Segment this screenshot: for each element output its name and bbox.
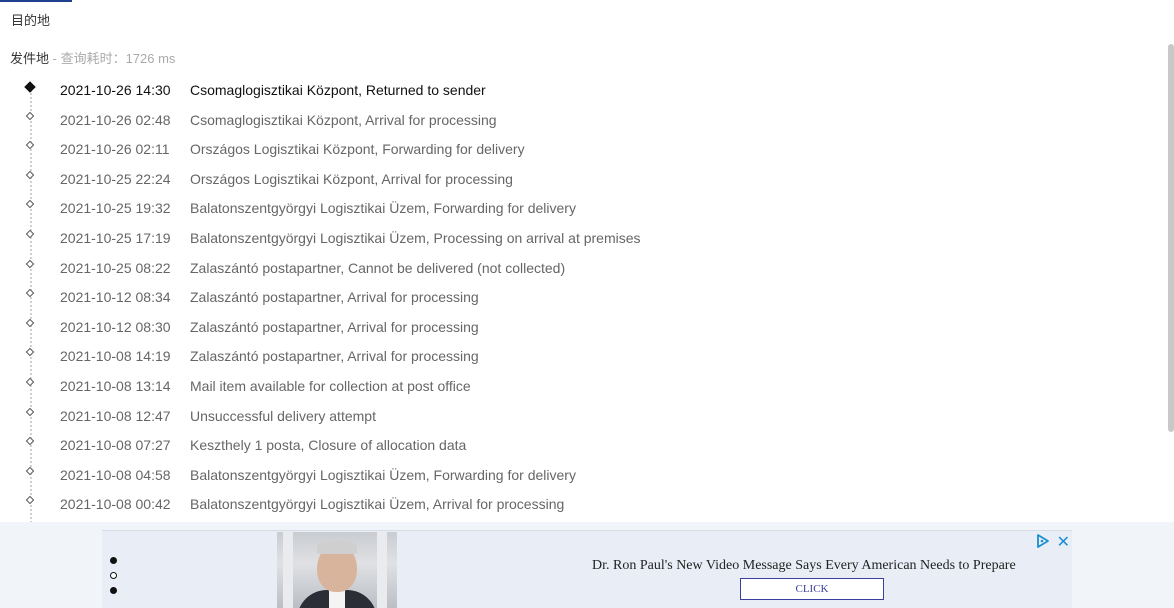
event-list: 2021-10-26 14:30 Csomaglogisztikai Közpon…: [0, 74, 1160, 518]
ad-banner[interactable]: Dr. Ron Paul's New Video Message Says Ev…: [102, 530, 1072, 608]
carousel-dot[interactable]: [110, 557, 117, 564]
event-time: 2021-10-25 08:22: [60, 259, 171, 276]
active-tab-indicator: [0, 0, 72, 2]
carousel-dot[interactable]: [110, 587, 117, 594]
timeline-event: 2021-10-08 07:27 Keszthely 1 posta, Closu…: [0, 429, 1160, 459]
timeline-event: 2021-10-25 08:22 Zalaszántó postapartner,…: [0, 252, 1160, 282]
event-description: Országos Logisztikai Központ, Forwarding…: [190, 141, 525, 158]
timeline-event: 2021-10-26 14:30 Csomaglogisztikai Közpon…: [0, 74, 1160, 104]
status-diamond-icon: [25, 288, 35, 298]
event-time: 2021-10-12 08:34: [60, 289, 171, 306]
event-time: 2021-10-08 04:58: [60, 466, 171, 483]
event-time: 2021-10-25 22:24: [60, 170, 171, 187]
carousel-dot-active[interactable]: [110, 572, 117, 579]
event-description: Balatonszentgyörgyi Logisztikai Üzem, Fo…: [190, 466, 576, 483]
status-diamond-icon: [25, 229, 35, 239]
close-icon[interactable]: ✕: [1057, 532, 1070, 552]
status-diamond-icon: [25, 466, 35, 475]
event-description: Unsuccessful delivery attempt: [190, 407, 376, 424]
event-description: Zalaszántó postapartner, Arrival for pro…: [190, 289, 479, 306]
event-description: Csomaglogisztikai Központ, Returned to s…: [190, 82, 486, 98]
timeline-event: 2021-10-08 00:42 Balatonszentgyörgyi Logi…: [0, 488, 1160, 518]
event-time: 2021-10-08 13:14: [60, 377, 171, 394]
ad-headline[interactable]: Dr. Ron Paul's New Video Message Says Ev…: [592, 558, 1016, 574]
timeline-event: 2021-10-08 14:19 Zalaszántó postapartner,…: [0, 340, 1160, 370]
timeline-event: 2021-10-25 17:19 Balatonszentgyörgyi Logi…: [0, 222, 1160, 252]
carousel-dots: [110, 557, 117, 602]
query-time-meta: - 查询耗时：1726 ms: [49, 51, 176, 66]
event-time: 2021-10-26 02:48: [60, 111, 171, 128]
event-description: Keszthely 1 posta, Closure of allocation…: [190, 437, 467, 454]
event-time: 2021-10-12 08:30: [60, 318, 171, 335]
status-diamond-icon: [25, 259, 35, 268]
scrollbar-thumb[interactable]: [1168, 44, 1174, 432]
timeline-event: 2021-10-26 02:48 Csomaglogisztikai Közpon…: [0, 104, 1160, 134]
ad-click-button[interactable]: CLICK: [740, 578, 884, 600]
adchoices-icon[interactable]: [1036, 534, 1050, 548]
event-description: Balatonszentgyörgyi Logisztikai Üzem, Ar…: [190, 496, 565, 513]
event-time: 2021-10-25 19:32: [60, 200, 171, 217]
status-diamond-icon: [25, 170, 35, 180]
event-time: 2021-10-08 00:42: [60, 496, 171, 513]
event-time: 2021-10-25 17:19: [60, 229, 171, 246]
timeline-event: 2021-10-08 13:14 Mail item available for …: [0, 370, 1160, 400]
event-description: Zalaszántó postapartner, Arrival for pro…: [190, 318, 479, 335]
event-description: Csomaglogisztikai Központ, Arrival for p…: [190, 111, 497, 128]
status-diamond-icon: [25, 318, 35, 327]
timeline-event: 2021-10-08 04:58 Balatonszentgyörgyi Logi…: [0, 459, 1160, 489]
timeline-event: 2021-10-26 02:11 Országos Logisztikai Köz…: [0, 133, 1160, 163]
timeline-event: 2021-10-12 08:34 Zalaszántó postapartner,…: [0, 281, 1160, 311]
timeline-event: 2021-10-12 08:30 Zalaszántó postapartner,…: [0, 311, 1160, 341]
current-status-diamond-icon: [24, 81, 36, 93]
event-description: Zalaszántó postapartner, Cannot be deliv…: [190, 259, 566, 276]
timeline-event: 2021-10-25 22:24 Országos Logisztikai Köz…: [0, 163, 1160, 193]
destination-label: 目的地: [11, 13, 51, 28]
status-diamond-icon: [25, 140, 35, 150]
event-description: Mail item available for collection at po…: [190, 377, 471, 394]
event-time: 2021-10-26 14:30: [60, 82, 171, 98]
event-description: Balatonszentgyörgyi Logisztikai Üzem, Fo…: [190, 200, 576, 217]
status-diamond-icon: [25, 496, 35, 505]
status-diamond-icon: [25, 200, 35, 209]
origin-label: 发件地: [10, 51, 50, 66]
timeline-event: 2021-10-08 12:47 Unsuccessful delivery at…: [0, 400, 1160, 430]
tracking-page: 目的地 发件地 - 查询耗时：1726 ms 2021-10-26 14:30 C…: [0, 0, 1174, 608]
ad-photo[interactable]: [277, 532, 397, 608]
status-diamond-icon: [25, 377, 35, 387]
event-time: 2021-10-08 14:19: [60, 348, 171, 365]
event-time: 2021-10-26 02:11: [60, 141, 170, 158]
tracking-timeline: 2021-10-26 14:30 Csomaglogisztikai Közpon…: [0, 74, 1160, 530]
event-time: 2021-10-08 07:27: [60, 437, 171, 454]
event-time: 2021-10-08 12:47: [60, 407, 171, 424]
event-description: Országos Logisztikai Központ, Arrival fo…: [190, 170, 513, 187]
event-description: Zalaszántó postapartner, Arrival for pro…: [190, 348, 479, 365]
origin-line: 发件地 - 查询耗时：1726 ms: [10, 48, 175, 67]
status-diamond-icon: [25, 111, 35, 120]
status-diamond-icon: [25, 348, 35, 357]
status-diamond-icon: [25, 407, 35, 416]
status-diamond-icon: [25, 436, 35, 446]
timeline-event: 2021-10-25 19:32 Balatonszentgyörgyi Logi…: [0, 192, 1160, 222]
event-description: Balatonszentgyörgyi Logisztikai Üzem, Pr…: [190, 229, 641, 246]
